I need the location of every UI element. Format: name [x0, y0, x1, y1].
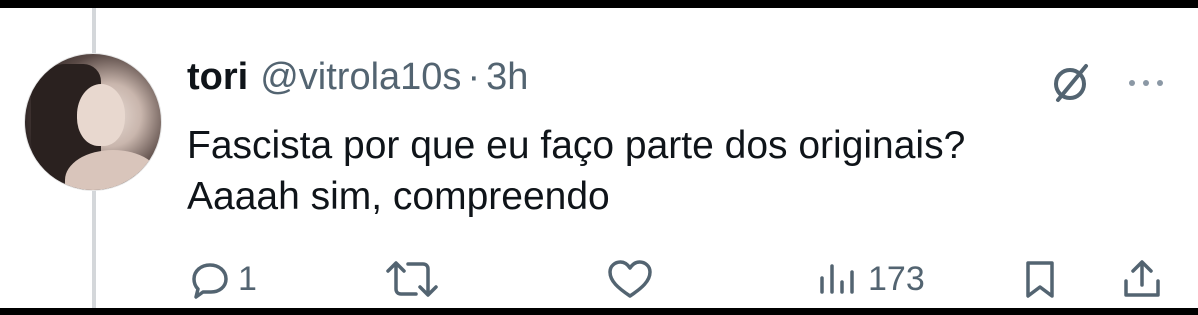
bookmark-icon: [1026, 261, 1054, 298]
display-name[interactable]: tori: [187, 52, 248, 102]
share-button[interactable]: [1120, 254, 1164, 304]
retweet-button[interactable]: [384, 254, 440, 304]
timestamp[interactable]: 3h: [486, 52, 528, 102]
heart-icon: [608, 260, 652, 298]
tweet-text-line: Fascista por que eu faço parte dos origi…: [187, 124, 966, 167]
more-icon[interactable]: [1122, 68, 1170, 98]
share-icon: [1124, 260, 1160, 297]
bookmark-button[interactable]: [1022, 254, 1058, 304]
retweet-icon: [386, 261, 438, 297]
user-handle[interactable]: @vitrola10s: [260, 52, 461, 102]
views-count: 173: [868, 259, 925, 298]
tweet-card[interactable]: tori @vitrola10s · 3h Fascista por que e…: [0, 8, 1198, 308]
reply-button[interactable]: 1: [190, 254, 257, 304]
views-button[interactable]: 173: [816, 254, 925, 304]
tweet-text-line: Aaaah sim, compreendo: [187, 175, 610, 218]
tweet-header: tori @vitrola10s · 3h: [187, 52, 528, 102]
like-button[interactable]: [606, 254, 654, 304]
avatar[interactable]: [24, 53, 162, 191]
separator-dot: ·: [467, 56, 481, 98]
views-icon: [820, 264, 854, 294]
grok-icon[interactable]: [1048, 60, 1092, 104]
tweet-text: Fascista por que eu faço parte dos origi…: [187, 120, 1147, 222]
reply-count: 1: [238, 259, 257, 298]
reply-icon: [192, 263, 228, 299]
